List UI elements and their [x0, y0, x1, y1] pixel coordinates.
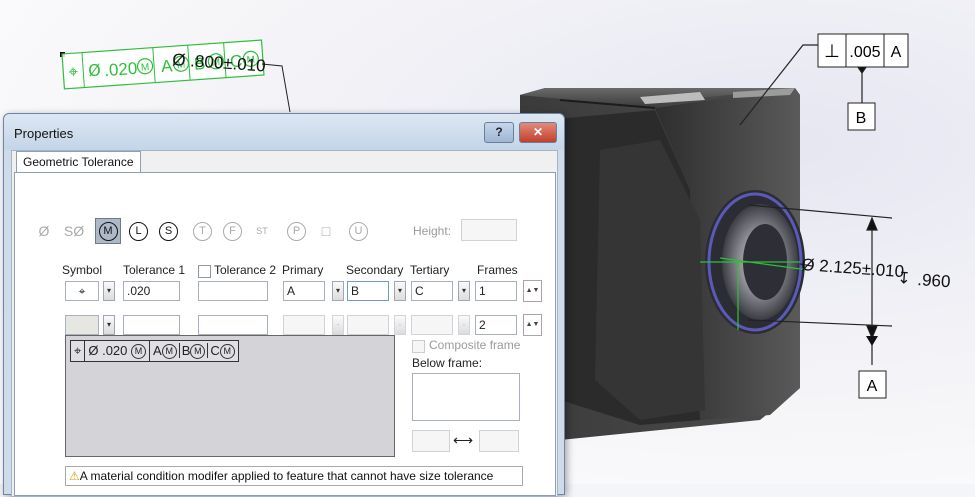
- svg-text:B: B: [856, 110, 867, 127]
- tolerance1-field-2[interactable]: [123, 315, 180, 335]
- warning-icon: ⚠: [69, 469, 80, 483]
- dialog-title: Properties: [14, 126, 74, 141]
- free-state-button[interactable]: F: [223, 222, 242, 241]
- header-tertiary: Tertiary: [410, 263, 450, 277]
- unequal-bilateral-button[interactable]: U: [349, 222, 368, 241]
- below-left-field[interactable]: [412, 430, 450, 452]
- datum-b: B: [847, 102, 876, 131]
- header-tolerance2: Tolerance 2: [214, 263, 277, 277]
- help-button[interactable]: ?: [484, 122, 514, 143]
- hole-dimension-text: Ø 2.125±.010: [801, 255, 905, 281]
- dialog-client: Geometric Tolerance Ø SØ M L S T F ST P …: [11, 150, 558, 497]
- secondary-dropdown-2[interactable]: -: [394, 315, 406, 335]
- lmc-button[interactable]: L: [129, 222, 148, 241]
- below-frame-field[interactable]: [412, 373, 520, 421]
- below-frame-label: Below frame:: [412, 356, 483, 370]
- tolerance1-field-1[interactable]: .020: [123, 281, 180, 301]
- primary-dropdown-1[interactable]: ▾: [332, 281, 344, 301]
- properties-dialog: Properties ? ✕ Geometric Tolerance Ø SØ …: [3, 113, 565, 497]
- fcf-preview: ⌖ Ø .020 M AMBMCM: [65, 335, 395, 457]
- symbol-field-2[interactable]: [65, 315, 99, 335]
- svg-text:M: M: [141, 62, 150, 74]
- below-right-field[interactable]: [479, 430, 519, 452]
- frame-spinner-1[interactable]: ▲▼: [523, 280, 542, 302]
- tolerance2-field-1[interactable]: [198, 281, 268, 301]
- preview-frame: ⌖ Ø .020 M AMBMCM: [70, 340, 239, 362]
- tertiary-dropdown-2[interactable]: -: [458, 315, 470, 335]
- perpendicularity-frame: ⊥ .005 A: [817, 33, 909, 68]
- close-button[interactable]: ✕: [519, 122, 557, 143]
- tolerance2-field-2[interactable]: [198, 315, 268, 335]
- tertiary-field-1[interactable]: C: [411, 281, 453, 301]
- statistical-button[interactable]: ST: [251, 220, 273, 242]
- depth-value: .960: [917, 270, 951, 291]
- preview-position-icon: ⌖: [71, 341, 86, 361]
- tangent-plane-button[interactable]: T: [193, 222, 212, 241]
- rfs-button[interactable]: S: [159, 222, 178, 241]
- height-label: Height:: [413, 224, 452, 238]
- header-symbol: Symbol: [62, 263, 103, 277]
- frame-field-2: 2: [475, 315, 517, 335]
- svg-text:A: A: [891, 44, 902, 61]
- secondary-dropdown-1[interactable]: ▾: [394, 281, 406, 301]
- header-frames: Frames: [477, 263, 518, 277]
- svg-text:.020: .020: [104, 59, 138, 80]
- svg-text:Ø: Ø: [88, 60, 102, 80]
- tertiary-field-2[interactable]: [411, 315, 453, 335]
- composite-frame-checkbox[interactable]: [412, 340, 425, 353]
- square-button[interactable]: □: [315, 220, 337, 242]
- symbol-dropdown-1[interactable]: ▾: [103, 281, 115, 301]
- header-primary: Primary: [282, 263, 324, 277]
- swap-icon[interactable]: ⟷: [453, 432, 473, 449]
- header-tolerance1: Tolerance 1: [123, 263, 186, 277]
- diameter-symbol-button[interactable]: Ø: [33, 220, 55, 242]
- preview-datums: AMBMCM: [150, 341, 238, 361]
- primary-dropdown-2[interactable]: -: [332, 315, 344, 335]
- dialog-titlebar[interactable]: Properties ? ✕: [4, 114, 564, 150]
- warning-message: ⚠A material condition modifer applied to…: [65, 466, 523, 486]
- frame-field-1: 1: [475, 281, 517, 301]
- mmc-button[interactable]: M: [95, 218, 121, 244]
- depth-icon: ↧: [897, 268, 912, 288]
- projected-zone-button[interactable]: P: [287, 222, 306, 241]
- primary-field-1[interactable]: A: [283, 281, 325, 301]
- spherical-diameter-button[interactable]: SØ: [61, 220, 87, 242]
- svg-text:A: A: [867, 378, 878, 395]
- frame-spinner-2[interactable]: ▲▼: [523, 314, 542, 336]
- tolerance2-checkbox[interactable]: [198, 265, 211, 278]
- preview-tolerance: Ø .020 M: [85, 341, 151, 361]
- height-field[interactable]: [461, 219, 517, 241]
- primary-field-2[interactable]: [283, 315, 325, 335]
- composite-frame-label: Composite frame: [429, 338, 521, 352]
- symbol-dropdown-2[interactable]: ▾: [103, 315, 115, 335]
- svg-text:.005: .005: [849, 44, 880, 61]
- tertiary-dropdown-1[interactable]: ▾: [458, 281, 470, 301]
- header-secondary: Secondary: [346, 263, 404, 277]
- symbol-field-1[interactable]: ⌖: [65, 281, 99, 301]
- svg-text:⌖: ⌖: [68, 62, 79, 83]
- secondary-field-1[interactable]: B: [347, 281, 389, 301]
- perp-symbol-icon: ⊥: [824, 41, 840, 62]
- tab-panel: Ø SØ M L S T F ST P □ U Height: Symbol T…: [14, 172, 556, 496]
- secondary-field-2[interactable]: [347, 315, 389, 335]
